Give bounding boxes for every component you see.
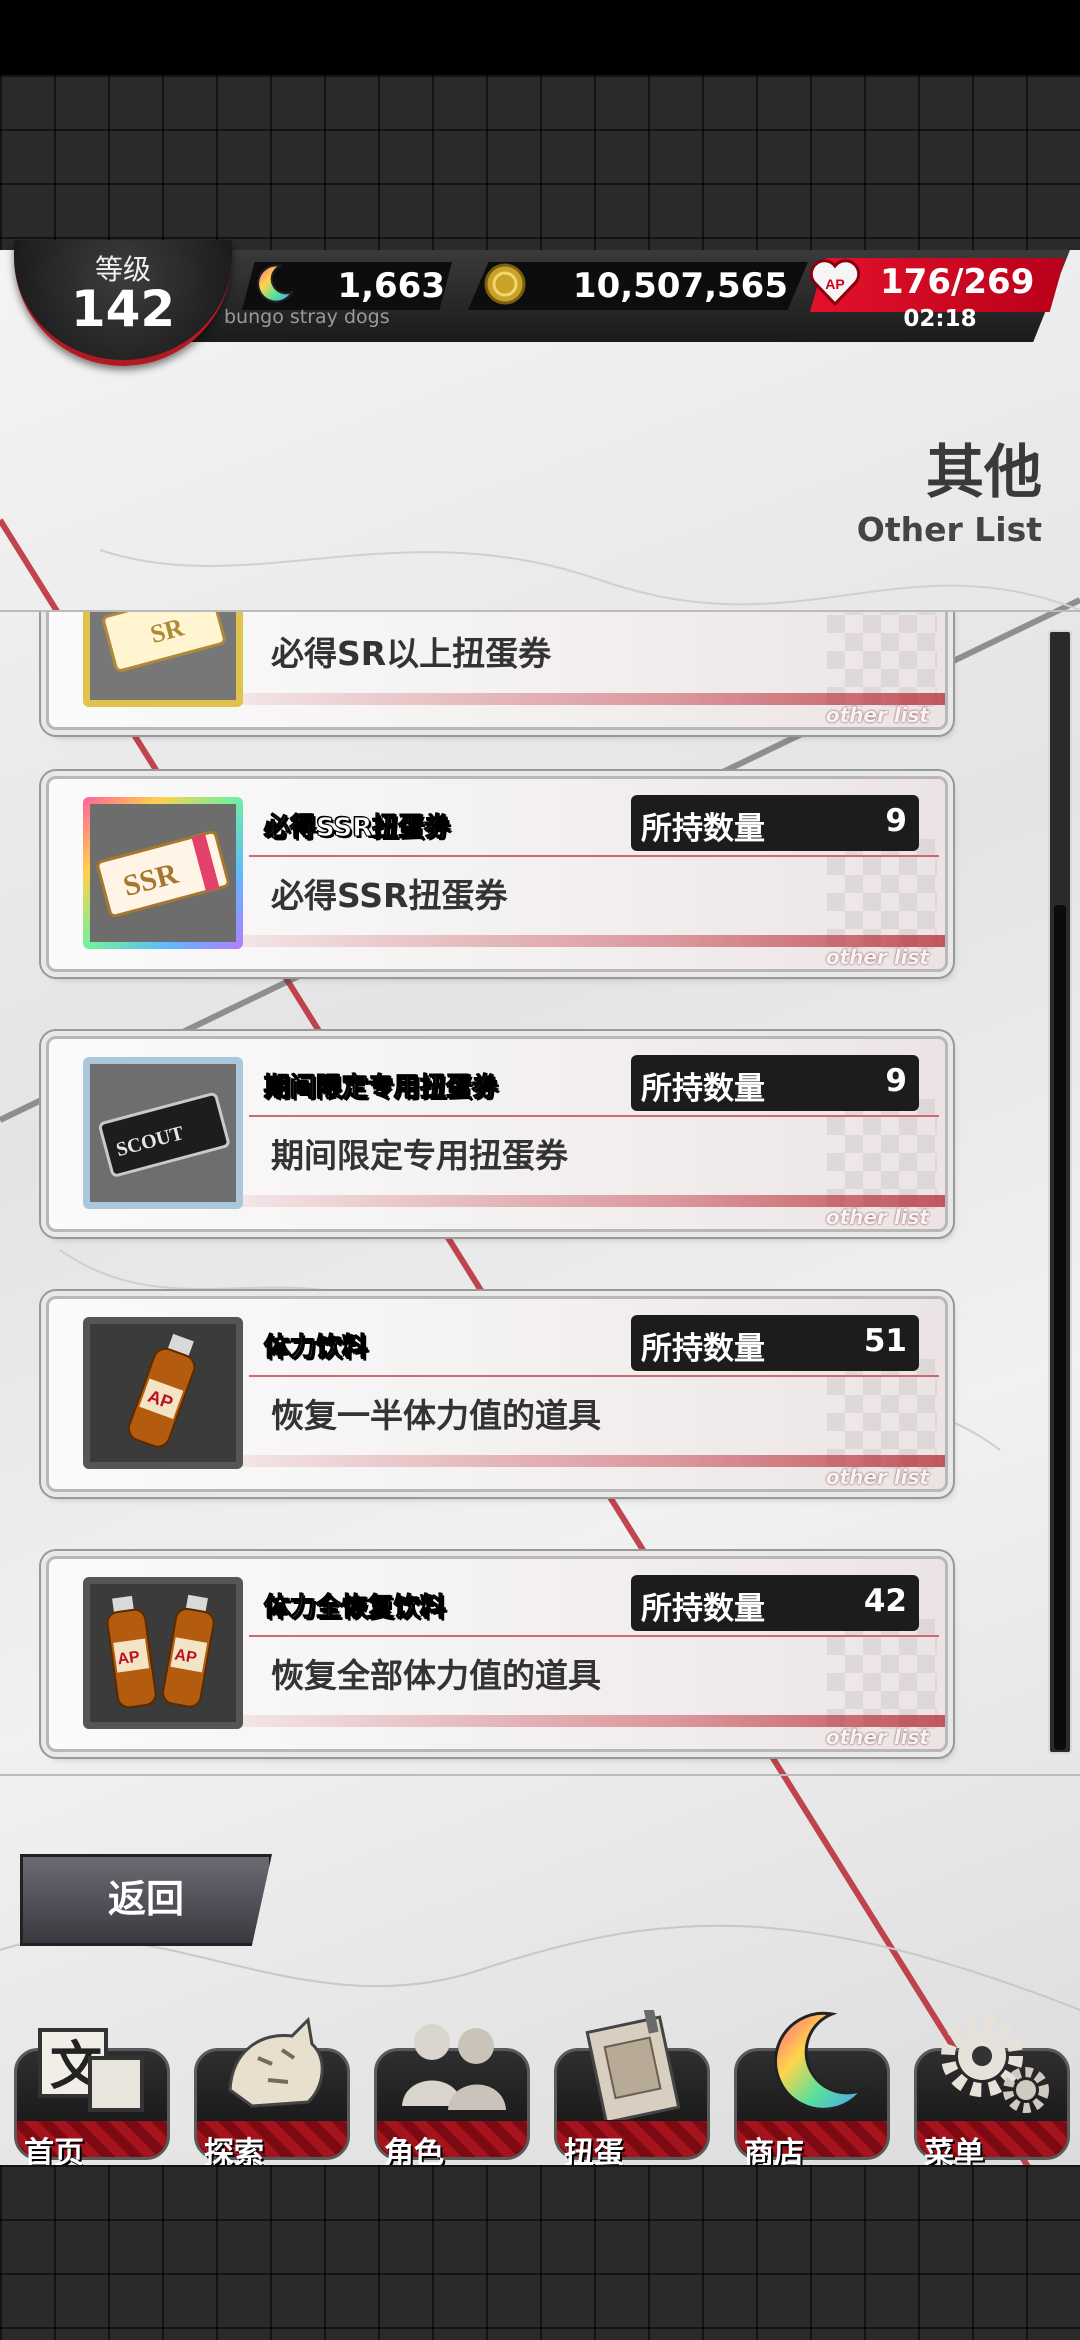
item-thumbnail: SSR: [83, 797, 243, 949]
shop-crystal-icon: [774, 2011, 867, 2111]
stamina-value: 176/269: [880, 258, 1034, 306]
item-count: 42: [863, 1583, 907, 1619]
item-count-label: 所持数量: [641, 811, 765, 847]
home-icon: 文: [38, 2028, 144, 2112]
energy-drink-text-left: AP: [116, 1648, 141, 1668]
item-footer: other list: [825, 1465, 929, 1489]
scrollbar-thumb[interactable]: [1054, 905, 1066, 1750]
coin-count: 10,507,565: [572, 266, 788, 306]
nav-gacha[interactable]: 扭蛋: [554, 2010, 714, 2171]
item-title: 期间限定专用扭蛋券: [263, 1073, 499, 1104]
item-count-label: 所持数量: [641, 1331, 765, 1367]
gacha-book-icon: [585, 2010, 681, 2120]
item-description: 必得SSR扭蛋券: [271, 876, 508, 915]
level-value: 142: [70, 280, 176, 338]
characters-icon: [402, 2024, 506, 2110]
nav-shop[interactable]: 商店: [734, 2010, 894, 2171]
item-description: 期间限定专用扭蛋券: [271, 1136, 568, 1175]
energy-drinks-icon: AP AP: [106, 1594, 215, 1709]
coin-icon: [484, 263, 526, 305]
item-count: 51: [863, 1323, 907, 1359]
item-count: 9: [885, 1063, 907, 1099]
list-item[interactable]: AP AP 体力全恢复饮料 所持数量 42 恢复全部体力值的道具 other l…: [46, 1556, 948, 1752]
item-title: 体力饮料: [263, 1333, 369, 1364]
explore-tiger-icon: [228, 2016, 324, 2108]
stamina-max: /269: [950, 262, 1035, 302]
item-list[interactable]: SR 必得SR以上扭蛋券 other list SSR 必得SSR扭蛋券 所持数…: [0, 610, 1080, 1776]
stamina-heart-text: AP: [825, 276, 844, 292]
item-count: 9: [885, 803, 907, 839]
ssr-ticket-icon: SSR: [96, 830, 230, 918]
item-count-label: 所持数量: [641, 1591, 765, 1627]
item-title: 必得SSR扭蛋券: [263, 813, 451, 844]
card-divider: [249, 1635, 939, 1637]
crystal-count: 1,663: [337, 266, 445, 306]
back-button[interactable]: 返回: [20, 1854, 272, 1946]
item-count-label: 所持数量: [641, 1071, 765, 1107]
item-description: 必得SR以上扭蛋券: [271, 634, 552, 673]
menu-gear-icon: [941, 2015, 1049, 2113]
item-thumbnail: AP AP: [83, 1577, 243, 1729]
item-count-box: 所持数量 42: [631, 1575, 919, 1631]
top-frame: [0, 75, 1080, 250]
item-description: 恢复一半体力值的道具: [271, 1396, 601, 1435]
item-description: 恢复全部体力值的道具: [271, 1656, 601, 1695]
item-count-box: 所持数量 9: [631, 1055, 919, 1111]
stamina-current: 176: [880, 262, 951, 302]
card-divider: [249, 855, 939, 857]
item-footer: other list: [825, 703, 929, 727]
sr-ticket-icon: SR: [102, 612, 226, 672]
stamina-timer: 02:18: [903, 306, 977, 332]
page-title: 其他: [925, 438, 1042, 506]
list-item[interactable]: SCOUT 期间限定专用扭蛋券 所持数量 9 期间限定专用扭蛋券 other l…: [46, 1036, 948, 1232]
nav-characters[interactable]: 角色: [374, 2010, 534, 2171]
brand-text: bungo stray dogs: [224, 306, 390, 328]
bottom-frame: [0, 2165, 1080, 2340]
scout-ticket-icon: SCOUT: [98, 1092, 230, 1177]
energy-drink-icon: AP: [127, 1333, 196, 1448]
list-item[interactable]: AP 体力饮料 所持数量 51 恢复一半体力值的道具 other list: [46, 1296, 948, 1492]
status-bar: [0, 0, 1080, 75]
item-thumbnail: AP: [83, 1317, 243, 1469]
item-title: 体力全恢复饮料: [263, 1593, 447, 1624]
item-count-box: 所持数量 51: [631, 1315, 919, 1371]
card-divider: [249, 1375, 939, 1377]
item-footer: other list: [825, 1725, 929, 1749]
list-item[interactable]: SSR 必得SSR扭蛋券 所持数量 9 必得SSR扭蛋券 other list: [46, 776, 948, 972]
stamina-heart-icon: AP: [809, 259, 861, 307]
card-divider: [249, 1115, 939, 1117]
list-item[interactable]: SR 必得SR以上扭蛋券 other list: [46, 612, 948, 730]
nav-home[interactable]: 文 首页: [14, 2010, 174, 2171]
item-footer: other list: [825, 1205, 929, 1229]
nav-explore[interactable]: 探索: [194, 2010, 354, 2171]
item-thumbnail: SR: [83, 612, 243, 707]
item-footer: other list: [825, 945, 929, 969]
nav-menu[interactable]: 菜单: [914, 2010, 1074, 2171]
item-thumbnail: SCOUT: [83, 1057, 243, 1209]
item-count-box: 所持数量 9: [631, 795, 919, 851]
page-subtitle: Other List: [856, 510, 1042, 549]
